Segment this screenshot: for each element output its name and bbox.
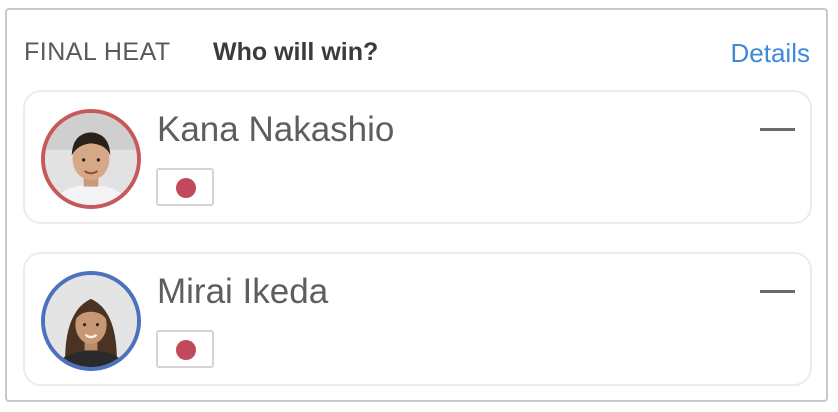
flag-red-circle: [176, 178, 196, 198]
flag-red-circle: [176, 340, 196, 360]
competitor-row-mirai-ikeda[interactable]: Mirai Ikeda —: [23, 252, 812, 386]
vote-dash-indicator: —: [760, 128, 795, 131]
card-header: FINAL HEAT Who will win? Details: [7, 10, 826, 90]
poll-question: Who will win?: [213, 38, 379, 66]
competitor-row-kana-nakashio[interactable]: Kana Nakashio —: [23, 90, 812, 224]
vote-dash-indicator: —: [760, 290, 795, 293]
heat-label: FINAL HEAT: [24, 38, 171, 66]
avatar: [41, 271, 141, 371]
competitor-name: Mirai Ikeda: [157, 272, 329, 311]
avatar: [41, 109, 141, 209]
competitor-name: Kana Nakashio: [157, 110, 395, 149]
competitor-photo-icon: [45, 113, 137, 205]
details-link[interactable]: Details: [731, 38, 810, 69]
final-heat-card: FINAL HEAT Who will win? Details Kana Na…: [5, 8, 828, 402]
japan-flag-icon: [156, 168, 214, 206]
japan-flag-icon: [156, 330, 214, 368]
competitor-photo-icon: [45, 275, 137, 367]
